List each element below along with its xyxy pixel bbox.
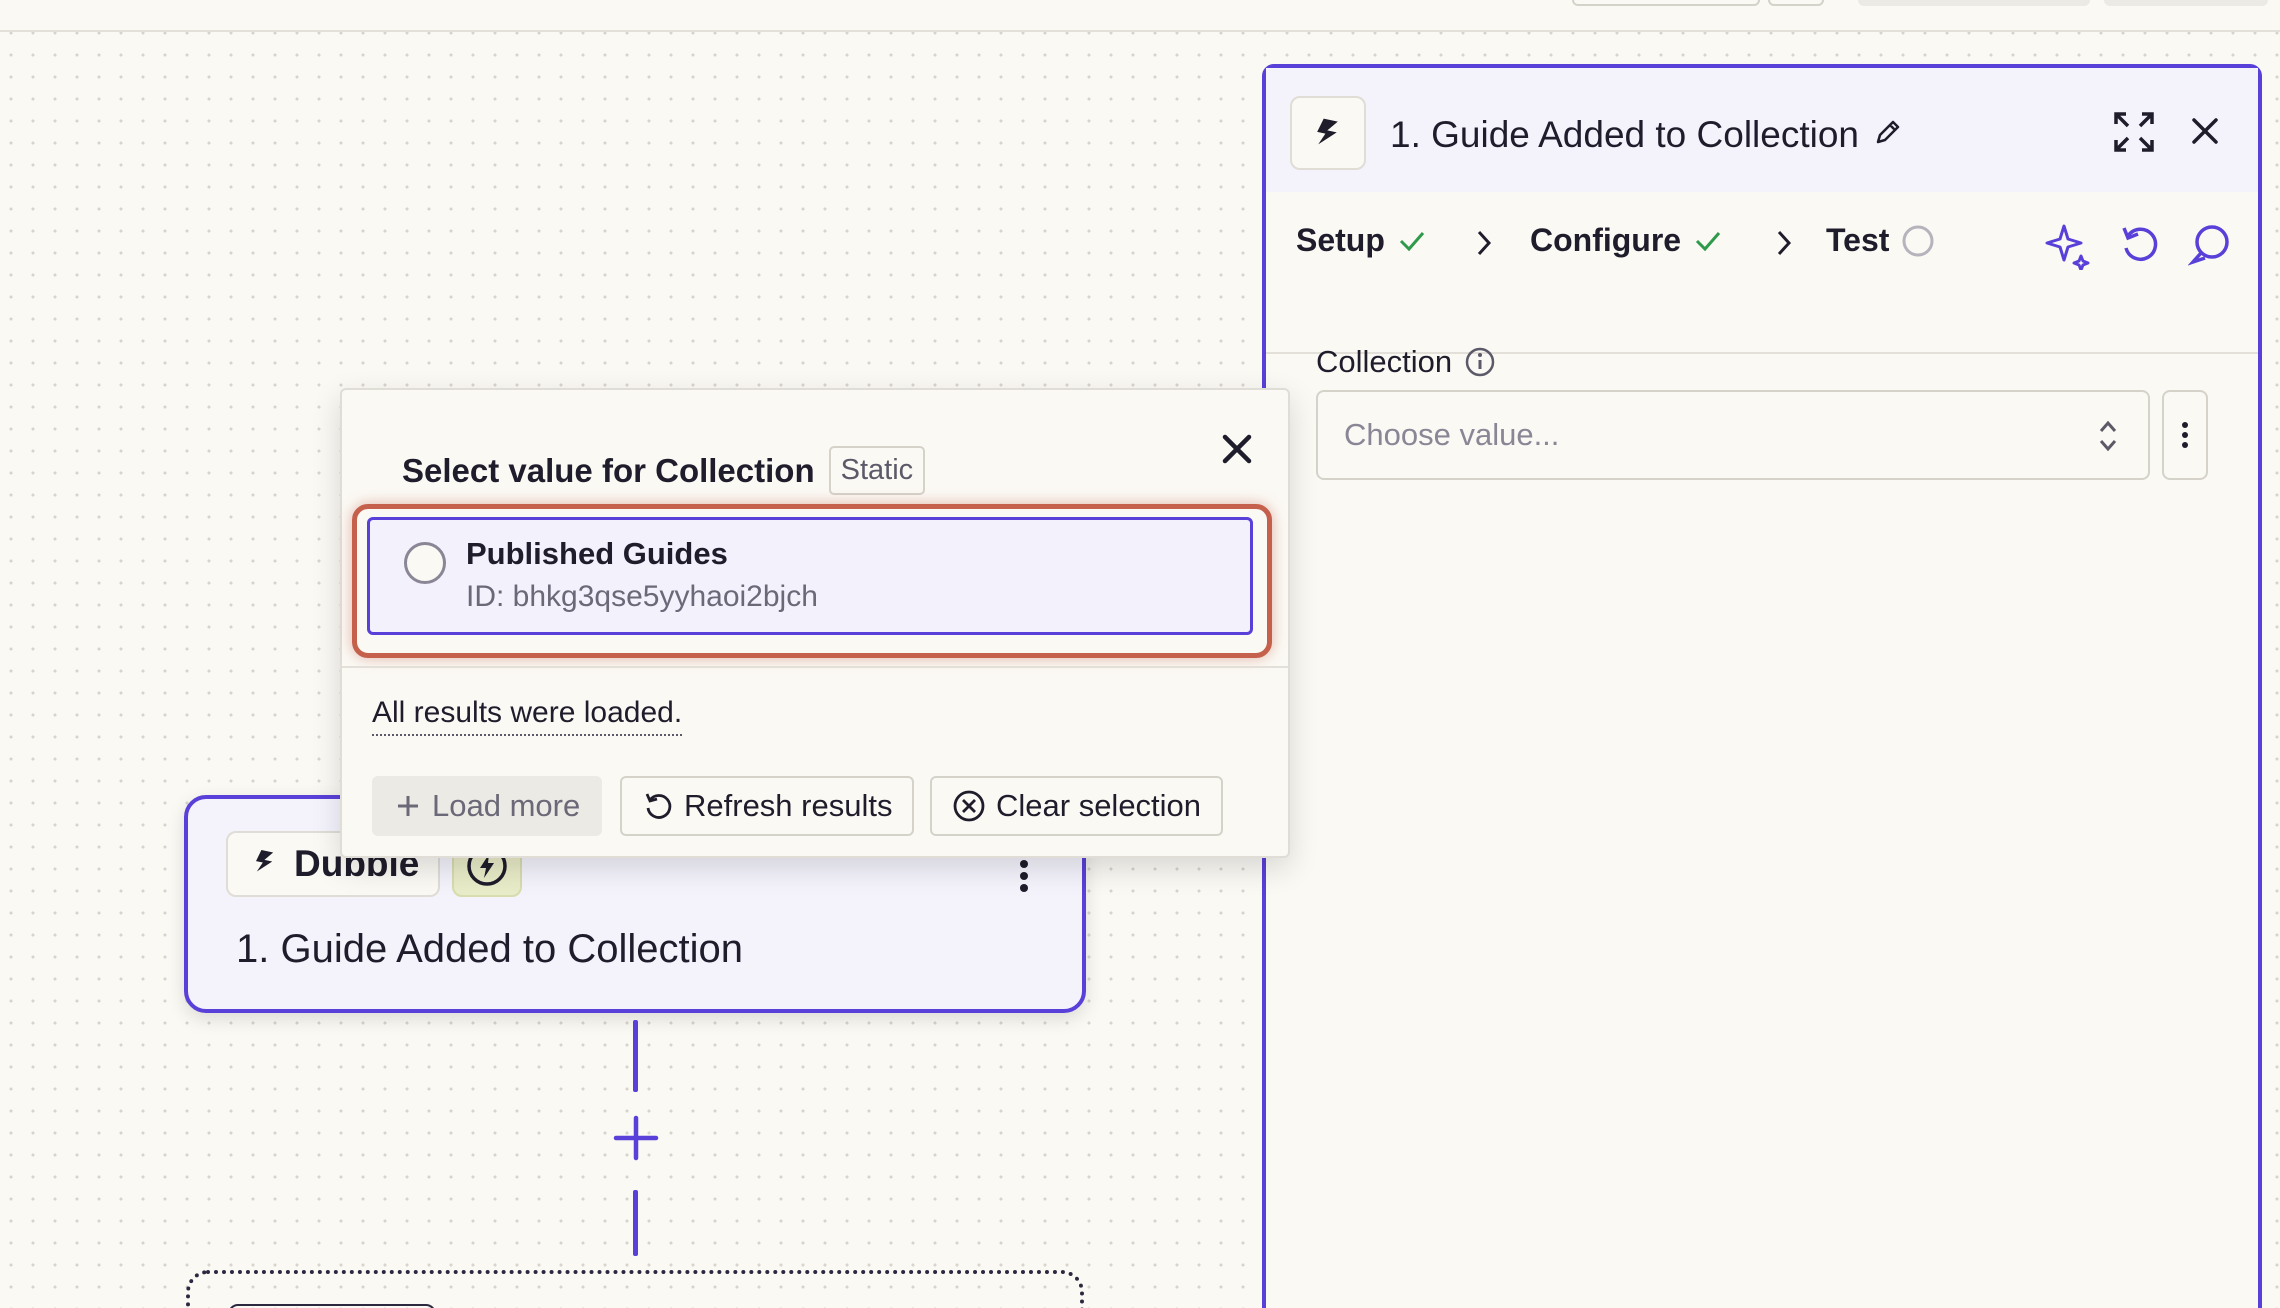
chevron-right-icon [1774, 228, 1794, 263]
popover-header: Select value for Collection Static [402, 446, 926, 495]
toolbar-button[interactable] [1768, 0, 1824, 6]
undo-icon[interactable] [2118, 222, 2162, 266]
sparkle-icon[interactable] [2044, 222, 2092, 270]
connector-line [633, 1020, 638, 1092]
tab-test[interactable]: Test [1826, 222, 1935, 259]
expand-icon[interactable] [2112, 110, 2156, 154]
step-editor-panel: 1. Guide Added to Collection Setup Confi… [1262, 64, 2262, 1308]
step-tabs: Setup Configure Test [1266, 192, 2258, 354]
popover-title: Select value for Collection [402, 451, 815, 489]
collection-select[interactable]: Choose value... [1316, 390, 2150, 480]
toolbar-button[interactable] [1572, 0, 1760, 6]
divider [342, 666, 1288, 668]
tab-label: Test [1826, 222, 1890, 258]
info-icon[interactable] [1464, 346, 1496, 378]
clear-label: Clear selection [996, 788, 1202, 823]
dubble-logo-icon [250, 847, 280, 882]
action-step-placeholder[interactable] [186, 1270, 1084, 1308]
tab-setup[interactable]: Setup [1296, 222, 1427, 259]
highlight-outline: Published Guides ID: bhkg3qse5yyhaoi2bjc… [352, 504, 1272, 658]
field-label-text: Collection [1316, 344, 1453, 379]
refresh-results-button[interactable]: Refresh results [620, 776, 915, 836]
kebab-menu-icon [2182, 422, 2188, 448]
updown-chevron-icon [2096, 416, 2120, 461]
option-name: Published Guides [466, 536, 728, 571]
option-published-guides[interactable]: Published Guides ID: bhkg3qse5yyhaoi2bjc… [367, 517, 1253, 635]
radio-button[interactable] [404, 542, 446, 584]
close-icon [1222, 434, 1252, 464]
close-icon[interactable] [2190, 116, 2220, 146]
load-more-button[interactable]: Load more [372, 776, 603, 836]
plus-icon [398, 796, 418, 816]
panel-header: 1. Guide Added to Collection [1266, 68, 2258, 192]
tab-label: Configure [1530, 222, 1682, 258]
select-value-popover: Select value for Collection Static Publi… [340, 388, 1290, 858]
toolbar-button[interactable] [1858, 0, 2090, 6]
pencil-icon[interactable] [1873, 114, 1903, 156]
panel-title[interactable]: 1. Guide Added to Collection [1390, 114, 1903, 156]
tab-label: Setup [1296, 222, 1385, 258]
add-step-button[interactable] [610, 1112, 662, 1164]
load-more-label: Load more [432, 788, 581, 823]
panel-title-text: 1. Guide Added to Collection [1390, 114, 1859, 155]
checkmark-icon [1399, 231, 1425, 251]
collection-field-label: Collection [1316, 344, 1496, 380]
static-badge: Static [828, 446, 926, 495]
checkmark-icon [1696, 231, 1721, 251]
kebab-menu-icon[interactable] [1018, 859, 1030, 898]
top-toolbar [0, 0, 2280, 32]
select-placeholder: Choose value... [1344, 417, 1560, 452]
clear-selection-button[interactable]: Clear selection [930, 776, 1224, 836]
close-popover-button[interactable] [1212, 424, 1262, 474]
option-id: ID: bhkg3qse5yyhaoi2bjch [466, 580, 818, 613]
results-status: All results were loaded. [372, 696, 683, 736]
connector-line [633, 1190, 638, 1256]
field-options-button[interactable] [2162, 390, 2208, 480]
tab-configure[interactable]: Configure [1530, 222, 1723, 259]
clear-circle-icon [953, 790, 985, 822]
step-title: 1. Guide Added to Collection [236, 927, 744, 971]
refresh-label: Refresh results [684, 788, 893, 823]
placeholder-chip [228, 1304, 436, 1308]
comment-icon[interactable] [2188, 222, 2232, 266]
toolbar-button[interactable] [2104, 0, 2268, 6]
dubble-logo-icon [1290, 96, 1366, 170]
pending-circle-icon [1902, 225, 1934, 256]
refresh-icon [645, 793, 672, 819]
chevron-right-icon [1474, 228, 1494, 263]
plus-icon [613, 1115, 659, 1161]
